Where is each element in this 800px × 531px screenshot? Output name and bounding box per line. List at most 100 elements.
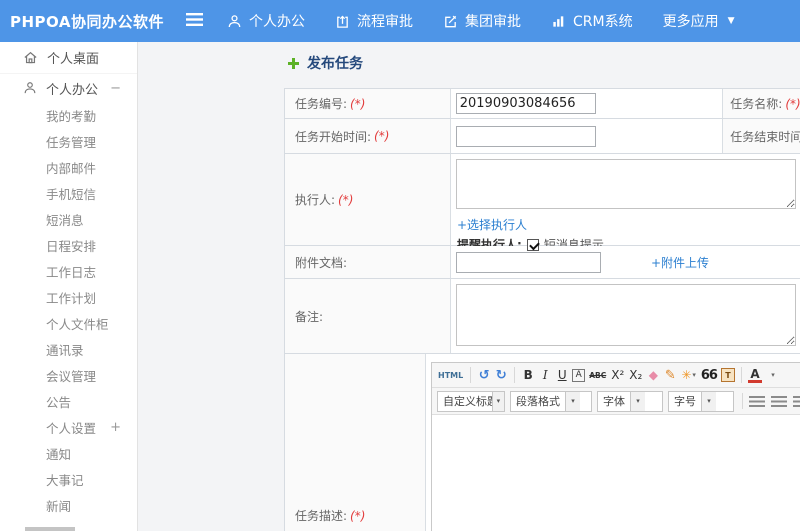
subscript-icon[interactable]: X₂: [628, 366, 643, 384]
underline-icon[interactable]: U: [555, 366, 569, 384]
sidebar-item-desktop[interactable]: 个人桌面: [0, 42, 137, 74]
nav-item-group-approval[interactable]: 集团审批: [443, 11, 521, 31]
page-title: 发布任务: [287, 53, 363, 73]
align-center-icon[interactable]: [771, 395, 787, 407]
sidebar: 个人桌面 个人办公 − 我的考勤 任务管理 内部邮件 手机短信 短消息 日程安排…: [0, 42, 138, 531]
toolbar-separator: [742, 393, 743, 409]
nav-item-label: 流程审批: [357, 14, 413, 30]
editor-toolbar-row2: 自定义标题 ▾ 段落格式 ▾ 字体 ▾: [432, 388, 800, 415]
paragraph-format-dropdown[interactable]: 段落格式 ▾: [510, 390, 592, 412]
sidebar-item-attendance[interactable]: 我的考勤: [0, 102, 137, 128]
executor-textarea[interactable]: [456, 159, 796, 209]
nav-item-personal-office[interactable]: 个人办公: [227, 11, 305, 31]
attachment-label: 附件文档:: [285, 246, 451, 278]
toolbar-separator: [470, 367, 472, 383]
eraser-icon[interactable]: ◆: [646, 366, 660, 384]
nav-item-process-approval[interactable]: 流程审批: [335, 11, 413, 31]
start-time-input[interactable]: [455, 125, 596, 147]
chevron-down-icon: ▾: [630, 391, 645, 411]
description-label-cell: 任务描述: (*): [285, 354, 426, 531]
undo-icon[interactable]: ↺: [477, 366, 491, 384]
font-color-icon[interactable]: A: [747, 367, 762, 383]
source-code-button[interactable]: HTML: [437, 366, 464, 384]
font-color-caret-icon[interactable]: ▾: [766, 366, 780, 384]
process-approval-icon: [337, 15, 348, 28]
sidebar-item-meeting[interactable]: 会议管理: [0, 362, 137, 388]
sms-remind-checkbox[interactable]: [526, 238, 539, 251]
sidebar-item-short-message[interactable]: 短消息: [0, 206, 137, 232]
task-form: 任务编号:(*) 任务名称:(*) 任务开始时间:(*) 任务结束时间:: [284, 88, 800, 531]
blockquote-icon[interactable]: 66: [700, 366, 718, 384]
form-row-task-no: 任务编号:(*) 任务名称:(*): [285, 89, 800, 119]
sidebar-toggle-button[interactable]: [178, 9, 211, 33]
sidebar-item-label: 个人文件柜: [46, 316, 109, 332]
choose-executor-link[interactable]: +选择执行人: [457, 218, 527, 232]
redo-icon[interactable]: ↻: [494, 366, 508, 384]
app-window: PHPOA协同办公软件 个人办公 流程审批 集团审批 CRM系统 更多应用 ▼ …: [0, 0, 800, 531]
superscript-icon[interactable]: X²: [610, 366, 625, 384]
auto-typeset-icon[interactable]: ✳ ▾: [680, 366, 697, 384]
sidebar-item-schedule[interactable]: 日程安排: [0, 232, 137, 258]
sidebar-item-sms[interactable]: 手机短信: [0, 180, 137, 206]
bold-icon[interactable]: B: [521, 366, 535, 384]
sidebar-item-label: 大事记: [46, 472, 84, 488]
font-size-dropdown[interactable]: 字号 ▾: [668, 390, 734, 412]
sidebar-item-work-log[interactable]: 工作日志: [0, 258, 137, 284]
form-row-attachment: 附件文档: +附件上传: [285, 246, 800, 279]
align-left-icon[interactable]: [749, 395, 765, 407]
task-no-input[interactable]: [455, 93, 596, 114]
user-icon: [24, 82, 36, 94]
sidebar-item-label: 通讯录: [46, 342, 84, 358]
form-row-remark: 备注:: [285, 279, 800, 354]
sidebar-item-announcement[interactable]: 公告: [0, 388, 137, 414]
italic-icon[interactable]: I: [538, 366, 552, 384]
custom-title-dropdown[interactable]: 自定义标题 ▾: [437, 390, 505, 412]
expand-plus-icon[interactable]: +: [110, 420, 121, 435]
sidebar-item-work-plan[interactable]: 工作计划: [0, 284, 137, 310]
sidebar-item-internal-mail[interactable]: 内部邮件: [0, 154, 137, 180]
align-right-icon[interactable]: [793, 395, 800, 407]
sidebar-item-events[interactable]: 大事记: [0, 466, 137, 492]
format-brush-icon[interactable]: ✎: [663, 366, 677, 384]
sidebar-item-label: 日程安排: [46, 238, 97, 254]
attachment-upload-link[interactable]: +附件上传: [651, 254, 709, 271]
start-time-field-cell: [450, 119, 723, 153]
sidebar-item-label: 通知: [46, 446, 72, 462]
sidebar-item-label: 我的考勤: [46, 108, 97, 124]
nav-item-more-apps[interactable]: 更多应用 ▼: [663, 11, 735, 31]
remark-textarea[interactable]: [456, 284, 796, 346]
hamburger-icon: [186, 13, 203, 26]
sidebar-item-notification[interactable]: 通知: [0, 440, 137, 466]
sidebar-item-contacts[interactable]: 通讯录: [0, 336, 137, 362]
attachment-input[interactable]: [456, 251, 601, 273]
app-logo: PHPOA协同办公软件: [10, 12, 164, 31]
sidebar-item-news[interactable]: 新闻: [0, 492, 137, 518]
chevron-down-icon: ▾: [491, 391, 504, 411]
chevron-down-icon: ▾: [565, 391, 580, 411]
collapse-minus-icon[interactable]: −: [110, 81, 121, 96]
group-approval-icon: [445, 15, 457, 27]
sidebar-item-task-management[interactable]: 任务管理: [0, 128, 137, 154]
nav-item-crm[interactable]: CRM系统: [551, 11, 633, 31]
task-no-field-cell: [450, 89, 723, 118]
sidebar-item-personal-office[interactable]: 个人办公 −: [0, 74, 137, 102]
editor-content-area[interactable]: [432, 415, 800, 531]
rich-text-editor: HTML ↺ ↻ B I U A ABC X² X₂ ◆ ✎ ✳ ▾ 66 T …: [431, 362, 800, 531]
font-family-dropdown[interactable]: 字体 ▾: [597, 390, 663, 412]
font-border-icon[interactable]: A: [572, 368, 586, 382]
form-row-description: 任务描述: (*) HTML ↺ ↻ B I U A ABC X² X₂ ◆ ✎…: [285, 354, 800, 531]
task-name-label: 任务名称: (*): [722, 89, 800, 118]
paste-text-icon[interactable]: T: [720, 368, 735, 382]
sidebar-item-file-cabinet[interactable]: 个人文件柜: [0, 310, 137, 336]
form-row-executor: 执行人: (*) +选择执行人 提醒执行人: 短消息提示: [285, 154, 800, 252]
sidebar-item-partial[interactable]: [0, 518, 137, 531]
sidebar-item-personal-settings[interactable]: 个人设置 +: [0, 414, 137, 440]
topnav: PHPOA协同办公软件 个人办公 流程审批 集团审批 CRM系统 更多应用 ▼: [0, 0, 800, 42]
sidebar-item-label: 工作日志: [46, 264, 97, 280]
strikethrough-icon[interactable]: ABC: [588, 366, 607, 384]
sidebar-item-label: 任务管理: [46, 134, 97, 150]
remark-field-cell: [451, 279, 800, 353]
description-label: 任务描述: (*): [295, 509, 366, 523]
form-row-time: 任务开始时间:(*) 任务结束时间:(*): [285, 119, 800, 154]
user-icon: [228, 14, 241, 27]
